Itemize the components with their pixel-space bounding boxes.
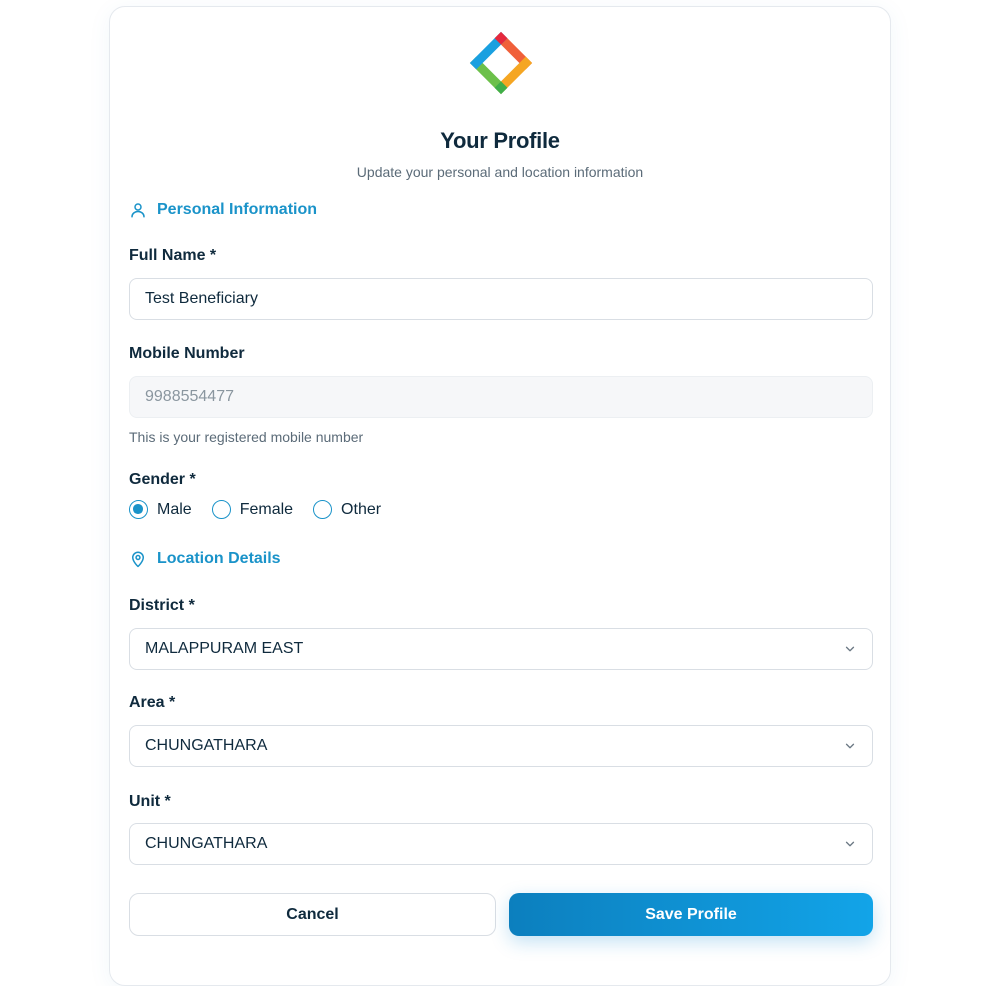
profile-card: Your Profile Update your personal and lo… — [109, 6, 891, 986]
mobile-number-value: 9988554477 — [145, 388, 234, 405]
section-title: Location Details — [157, 550, 281, 567]
gender-option-label: Male — [157, 500, 192, 518]
cancel-button[interactable]: Cancel — [129, 893, 496, 936]
mobile-number-label: Mobile Number — [129, 345, 245, 362]
district-select[interactable]: MALAPPURAM EAST — [129, 628, 873, 670]
chevron-down-icon — [845, 646, 855, 652]
unit-value: CHUNGATHARA — [145, 835, 268, 852]
app-logo-icon — [469, 31, 533, 95]
gender-option-label: Other — [341, 500, 382, 518]
section-title: Personal Information — [157, 201, 318, 218]
unit-label: Unit * — [129, 793, 171, 810]
area-label: Area * — [129, 694, 176, 711]
chevron-down-icon — [845, 841, 855, 847]
mobile-number-input: 9988554477 — [129, 376, 873, 418]
area-value: CHUNGATHARA — [145, 737, 268, 754]
page-subtitle: Update your personal and location inform… — [356, 164, 644, 180]
radio-unchecked-icon[interactable] — [313, 500, 333, 519]
area-select[interactable]: CHUNGATHARA — [129, 725, 873, 767]
gender-option-label: Female — [239, 500, 294, 518]
map-pin-icon — [132, 551, 144, 568]
user-icon — [131, 203, 145, 218]
full-name-value: Test Beneficiary — [145, 290, 258, 307]
chevron-down-icon — [845, 743, 855, 749]
section-personal-information: Personal Information — [129, 201, 317, 219]
gender-option-female[interactable]: Female — [211, 500, 294, 519]
full-name-label: Full Name * — [129, 247, 217, 264]
gender-label: Gender * — [129, 471, 196, 488]
district-value: MALAPPURAM EAST — [145, 640, 304, 657]
mobile-number-hint: This is your registered mobile number — [129, 429, 364, 445]
unit-select[interactable]: CHUNGATHARA — [129, 823, 873, 865]
radio-checked-icon[interactable] — [129, 500, 148, 519]
section-location-details: Location Details — [129, 550, 281, 568]
page-title: Your Profile — [440, 128, 560, 153]
gender-radio-group: Male Female Other — [129, 500, 381, 519]
full-name-input[interactable]: Test Beneficiary — [129, 278, 873, 320]
district-label: District * — [129, 597, 195, 614]
save-profile-button[interactable]: Save Profile — [509, 893, 873, 936]
radio-unchecked-icon[interactable] — [211, 500, 231, 519]
gender-option-male[interactable]: Male — [129, 500, 192, 519]
gender-option-other[interactable]: Other — [313, 500, 381, 519]
